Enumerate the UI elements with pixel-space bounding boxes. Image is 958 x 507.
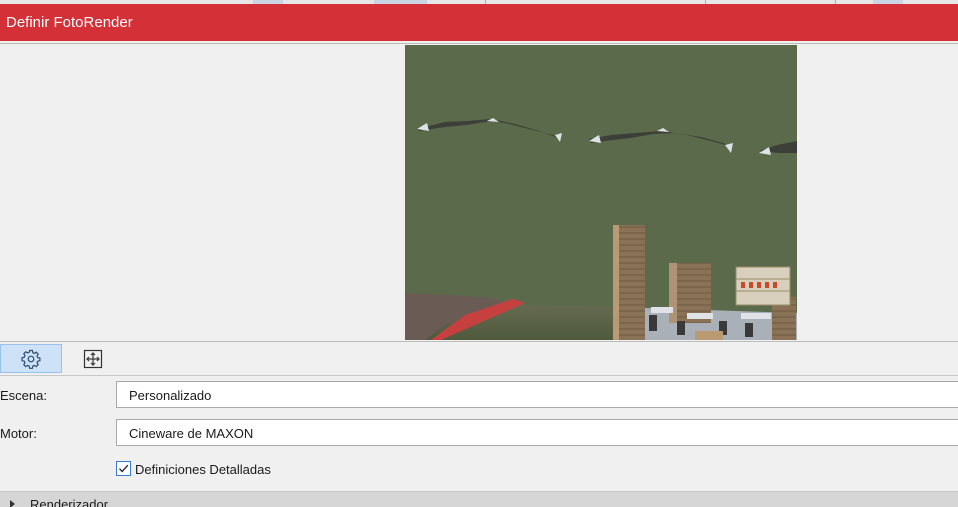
title-bar[interactable]: Definir FotoRender (0, 4, 958, 41)
detailed-settings-label[interactable]: Definiciones Detalladas (135, 462, 271, 477)
detailed-settings-checkbox[interactable] (116, 461, 131, 476)
engine-label: Motor: (0, 426, 37, 441)
size-tab-button[interactable] (62, 344, 124, 373)
settings-tab-button[interactable] (0, 344, 62, 373)
engine-value: Cineware de MAXON (129, 426, 254, 441)
fotorender-dialog: Definir FotoRender Escena: Personalizado… (0, 0, 958, 507)
title-separator (0, 41, 958, 44)
gear-icon (21, 349, 41, 369)
expand-arrow-icon (10, 500, 15, 507)
scene-label: Escena: (0, 388, 47, 403)
engine-dropdown[interactable]: Cineware de MAXON (116, 419, 958, 446)
render-preview-image (405, 45, 797, 340)
scene-dropdown[interactable]: Personalizado (116, 381, 958, 408)
renderer-section-label: Renderizador (30, 497, 109, 507)
settings-toolbar (0, 342, 958, 374)
preview-area (0, 45, 958, 341)
toolbar-bottom-divider (0, 375, 958, 376)
checkmark-icon (119, 464, 129, 473)
scene-value: Personalizado (129, 388, 212, 403)
crop-size-icon (83, 349, 103, 368)
renderer-section-header[interactable]: Renderizador (0, 491, 958, 507)
window-title: Definir FotoRender (6, 14, 133, 31)
